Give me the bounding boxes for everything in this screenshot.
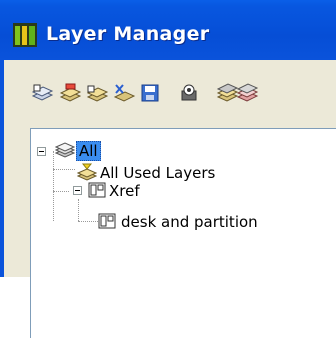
delete-layer-icon[interactable] [112, 81, 136, 105]
tree-node-label[interactable]: Xref [109, 182, 140, 200]
save-icon[interactable] [138, 81, 162, 105]
xref-icon [88, 182, 106, 198]
collapse-toggle-icon[interactable] [73, 186, 82, 195]
tree-node-label[interactable]: All Used Layers [100, 164, 215, 182]
used-layers-filter-icon [77, 163, 97, 181]
layers-icon [55, 142, 75, 158]
tree-connector [53, 169, 75, 170]
new-layer-icon[interactable] [30, 81, 54, 105]
layer-stack-alt-icon[interactable] [235, 81, 259, 105]
layer-manager-app-icon [13, 23, 37, 47]
tree-node-label[interactable]: desk and partition [121, 213, 258, 231]
tree-connector [78, 199, 79, 221]
tree-connector [78, 221, 98, 222]
tree-node-label[interactable]: All [76, 141, 101, 161]
xref-icon [98, 213, 116, 229]
new-layer-filter-icon[interactable] [58, 81, 82, 105]
window-title: Layer Manager [46, 23, 210, 45]
collapse-toggle-icon[interactable] [37, 147, 46, 156]
layer-tree: All All Used Layers Xref desk and partit… [30, 128, 336, 338]
tree-connector [53, 191, 69, 192]
tree-connector [53, 151, 54, 221]
display-settings-icon[interactable] [177, 81, 201, 105]
window-body: All All Used Layers Xref desk and partit… [0, 60, 336, 338]
title-bar: Layer Manager [0, 0, 336, 60]
layer-state-icon[interactable] [85, 81, 109, 105]
